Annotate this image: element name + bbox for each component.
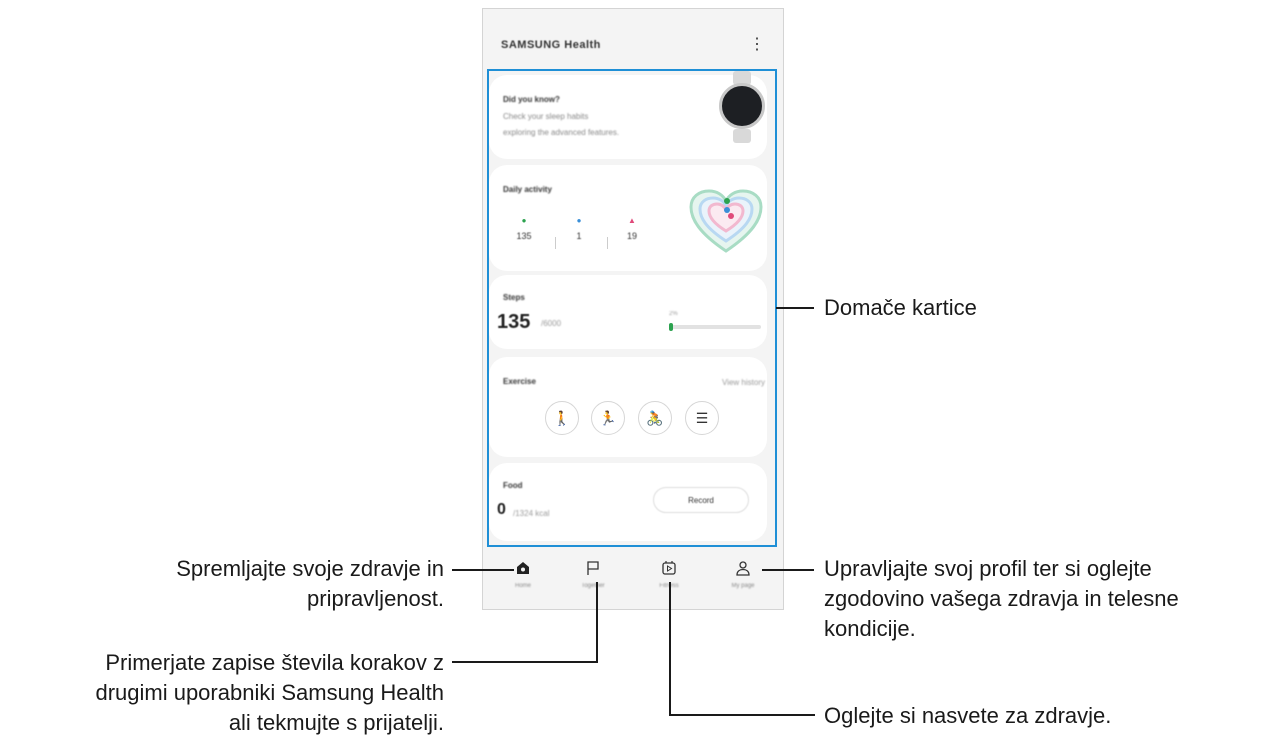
callout-home-line-2: pripravljenost. [307,586,444,611]
daily-activity-title: Daily activity [503,185,552,194]
steps-goal: /6000 [541,319,562,328]
food-value: 0 [497,501,506,518]
stat-divider [607,237,608,249]
tip-card[interactable]: Did you know? Check your sleep habits ex… [489,71,767,159]
steps-percent: 2% [669,311,678,317]
callout-line-home [452,569,514,571]
callout-line-fitness-v [669,582,671,716]
tab-together-label: Together [581,583,605,589]
walking-icon: 🚶 [553,409,571,426]
stat-active-time-value: 1 [576,231,582,241]
callout-line-together-h [452,661,598,663]
callout-profile-line-2: zgodovino vašega zdravja in telesne [824,586,1179,611]
stat-calories-value: 19 [626,231,637,241]
callout-fitness: Oglejte si nasvete za zdravje. [824,703,1112,728]
steps-icon: ● [521,216,527,225]
cycling-button[interactable]: 🚴 [638,401,672,435]
cycling-icon: 🚴 [646,409,664,426]
watch-icon [719,83,765,129]
callout-together-line-1: Primerjate zapise števila korakov z [105,650,444,675]
watch-band-bottom [733,129,751,143]
person-icon [713,559,773,577]
phone-screen: SAMSUNG Health ⋮ Did you know? Check you… [482,8,784,610]
tab-my-page-label: My page [731,583,755,589]
bottom-navigation: Home Together Fitness My page [483,553,783,609]
record-button[interactable]: Record [653,487,749,513]
callout-line-profile [762,569,814,571]
callout-line-together-v [596,582,598,662]
tab-home[interactable]: Home [493,559,553,589]
running-icon: 🏃 [599,409,617,426]
active-time-icon: ● [576,216,582,225]
exercise-card[interactable]: Exercise [489,357,767,457]
food-title: Food [503,481,523,490]
flag-icon [563,559,623,577]
app-title: SAMSUNG Health [501,39,601,51]
callout-home-line-1: Spremljajte svoje zdravje in [176,556,444,581]
steps-title: Steps [503,293,525,302]
exercise-title: Exercise [503,377,536,386]
stat-steps-value: 135 [516,231,532,241]
callout-home: Spremljajte svoje zdravje in pripravljen… [176,554,444,614]
tab-my-page[interactable]: My page [713,559,773,589]
tab-home-label: Home [514,583,531,589]
steps-progress-fill [669,323,673,331]
callout-profile-line-3: kondicije. [824,616,916,641]
callout-together-line-3: ali tekmujte s prijatelji. [228,710,444,735]
tip-card-text-1: Check your sleep habits [503,112,589,121]
list-icon: ☰ [695,409,709,426]
callout-together-line-2: drugimi uporabniki Samsung Health [95,680,444,705]
play-icon [639,559,699,577]
callout-together: Primerjate zapise števila korakov z drug… [95,648,444,738]
calories-icon: ▲ [628,216,636,225]
callout-line-home-cards [776,307,814,309]
callout-profile: Upravljajte svoj profil ter si oglejte z… [824,554,1179,644]
view-history-link[interactable]: View history [722,378,765,387]
stat-steps: ● 135 [509,216,539,242]
callout-profile-line-1: Upravljajte svoj profil ter si oglejte [824,556,1152,581]
activity-heart-icon [689,189,763,253]
food-unit: /1324 kcal [513,509,550,518]
stat-calories: ▲ 19 [617,216,647,242]
steps-card[interactable]: Steps [489,275,767,349]
steps-progress-bar [669,323,761,331]
stat-active-time: ● 1 [564,216,594,242]
exercise-list-button[interactable]: ☰ [685,401,719,435]
stat-divider [555,237,556,249]
more-options-icon[interactable]: ⋮ [749,37,765,53]
tip-card-text-2: exploring the advanced features. [503,128,620,137]
callout-home-cards: Domače kartice [824,295,977,320]
callout-line-fitness-h [669,714,815,716]
tab-together[interactable]: Together [563,559,623,589]
tip-card-title: Did you know? [503,95,560,104]
home-icon [493,559,553,577]
running-button[interactable]: 🏃 [591,401,625,435]
walking-button[interactable]: 🚶 [545,401,579,435]
steps-value: 135 [497,311,531,333]
